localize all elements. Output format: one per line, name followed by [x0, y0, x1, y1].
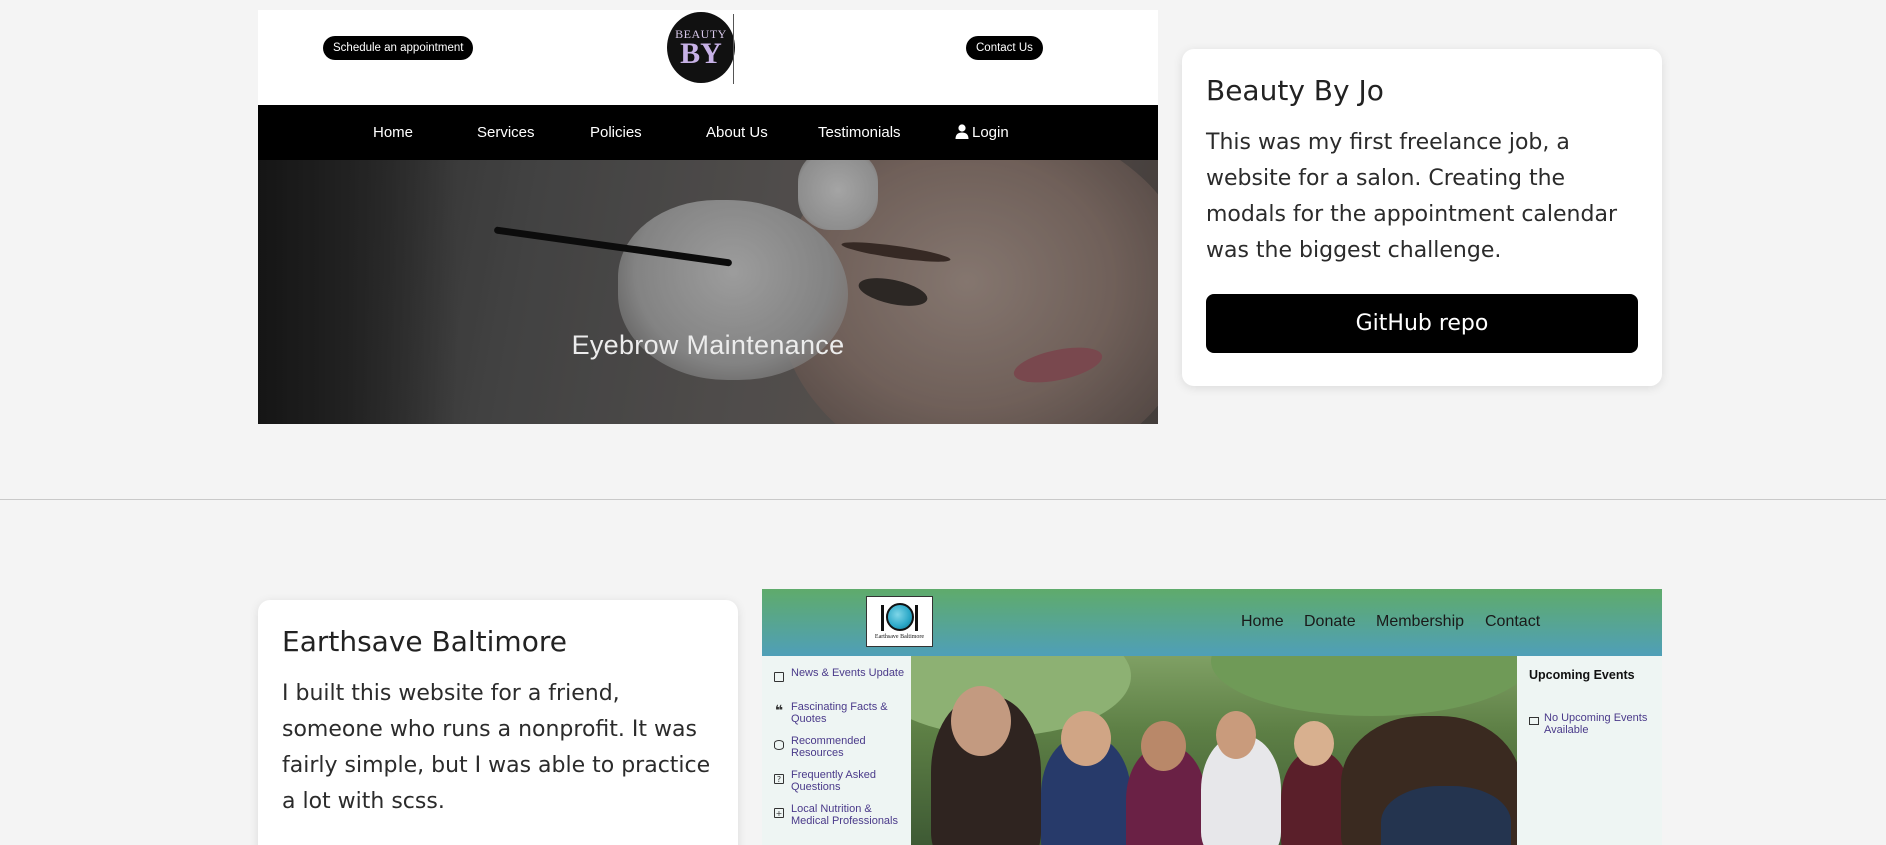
photo-face [1141, 721, 1186, 771]
logo-text-main: BY [680, 36, 722, 70]
section-divider [0, 499, 1886, 500]
no-events-message: No Upcoming Events Available [1529, 712, 1654, 736]
sidebar-item-nutrition: + Local Nutrition & Medical Professional… [774, 803, 909, 827]
project-title: Beauty By Jo [1206, 74, 1384, 107]
newspaper-icon [774, 672, 784, 682]
nav-login-label: Login [972, 124, 1009, 141]
medical-icon: + [774, 808, 784, 818]
upcoming-events-title: Upcoming Events [1529, 668, 1635, 682]
project-title: Earthsave Baltimore [282, 625, 567, 658]
globe-icon [885, 603, 914, 631]
schedule-appointment-button: Schedule an appointment [323, 36, 474, 60]
beauty-by-jo-logo: BEAUTY BY [667, 12, 735, 83]
sidebar-item-label: Recommended Resources [791, 735, 866, 759]
project-card-earthsave-baltimore: Earthsave Baltimore I built this website… [258, 600, 738, 845]
nav-home: Home [373, 124, 414, 141]
nav-about-us: About Us [706, 124, 768, 141]
sidebar-item-label: Fascinating Facts & Quotes [791, 701, 888, 725]
earthsave-header: Earthsave Baltimore Home Donate Membersh… [762, 589, 1662, 656]
photo-face [1294, 721, 1334, 766]
es-nav-membership: Membership [1376, 613, 1465, 630]
contact-us-button: Contact Us [966, 36, 1043, 60]
no-events-text: No Upcoming Events Available [1544, 712, 1648, 736]
es-nav-contact: Contact [1485, 613, 1541, 630]
sidebar-item-resources: Recommended Resources [774, 735, 909, 759]
photo-person [1381, 786, 1511, 845]
sidebar-item-news: News & Events Update [774, 667, 909, 682]
beauty-header: Schedule an appointment BEAUTY BY Contac… [258, 10, 1158, 105]
nav-login: Login [955, 105, 1009, 160]
earthsave-logo: Earthsave Baltimore [866, 596, 933, 647]
nav-policies: Policies [590, 124, 642, 141]
project-description: This was my first freelance job, a websi… [1206, 130, 1617, 263]
earthsave-screenshot: Earthsave Baltimore Home Donate Membersh… [762, 589, 1662, 845]
beauty-nav-bar: Home Services Policies About Us Testimon… [258, 105, 1158, 160]
github-repo-button[interactable]: GitHub repo [1206, 294, 1638, 353]
project-description: I built this website for a friend, someo… [282, 681, 711, 814]
photo-face [951, 686, 1011, 756]
sidebar-item-label: Local Nutrition & Medical Professionals [791, 803, 898, 827]
logo-caption: Earthsave Baltimore [874, 634, 925, 640]
beauty-by-jo-screenshot: Schedule an appointment BEAUTY BY Contac… [258, 10, 1158, 424]
user-icon [955, 124, 969, 139]
es-nav-home: Home [1241, 613, 1284, 630]
hero-image: Eyebrow Maintenance [258, 160, 1158, 424]
photo-face [1216, 711, 1256, 759]
knife-icon [915, 605, 918, 631]
nav-testimonials: Testimonials [818, 124, 901, 141]
earthsave-sidebar: News & Events Update ❝ Fascinating Facts… [762, 656, 911, 845]
database-icon [774, 740, 784, 750]
earthsave-group-photo [911, 656, 1517, 845]
quote-icon: ❝ [774, 703, 784, 719]
upcoming-events-panel: Upcoming Events No Upcoming Events Avail… [1517, 656, 1662, 845]
sidebar-item-label: News & Events Update [791, 667, 905, 679]
hero-title: Eyebrow Maintenance [571, 330, 845, 360]
logo-divider [733, 14, 734, 84]
hero-overlay [258, 160, 1158, 424]
calendar-icon [1529, 717, 1539, 725]
question-icon: ? [774, 774, 784, 784]
sidebar-item-label: Frequently Asked Questions [791, 769, 876, 793]
photo-foliage [1211, 656, 1517, 716]
sidebar-item-facts: ❝ Fascinating Facts & Quotes [774, 701, 909, 725]
sidebar-item-faq: ? Frequently Asked Questions [774, 769, 909, 793]
es-nav-donate: Donate [1304, 613, 1356, 630]
project-card-beauty-by-jo: Beauty By Jo This was my first freelance… [1182, 49, 1662, 386]
photo-face [1061, 711, 1111, 766]
fork-icon [881, 605, 884, 631]
nav-services: Services [477, 124, 535, 141]
